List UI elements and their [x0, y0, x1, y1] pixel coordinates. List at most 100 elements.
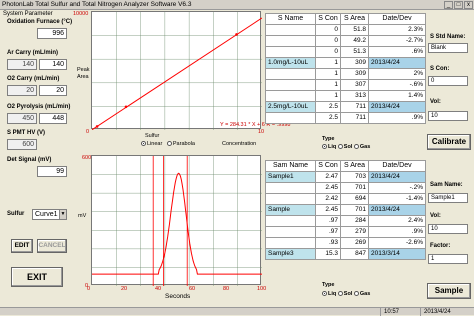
table-row[interactable]: 2.5mg/L-10uL 2.5 711 2013/4/24 — [265, 101, 426, 113]
table-cell: 0 — [315, 46, 341, 58]
minimize-button[interactable]: _ — [444, 1, 453, 9]
column-header[interactable]: Sam Name — [265, 160, 316, 172]
std-liq-option[interactable]: Liq — [322, 144, 336, 150]
table-cell: 2.47 — [315, 171, 341, 183]
table-row[interactable]: 1 307 -.6% — [265, 79, 426, 91]
calibration-origin-tick: 0 — [86, 129, 90, 135]
table-cell: -2.6% — [368, 237, 426, 249]
sample-button[interactable]: Sample — [427, 283, 471, 299]
fit-parabola-option[interactable]: Parabola — [166, 141, 195, 147]
std-gas-option[interactable]: Gas — [353, 144, 370, 150]
table-row[interactable]: 2.42 694 -1.4% — [265, 193, 426, 205]
table-cell: 694 — [340, 193, 369, 205]
pmt-hv-value[interactable]: 600 — [7, 139, 37, 150]
exit-button[interactable]: EXIT — [11, 267, 63, 287]
table-row[interactable]: .97 284 2.4% — [265, 215, 426, 227]
table-cell: 2.45 — [315, 204, 341, 216]
table-cell: 15.3 — [315, 248, 341, 260]
det-signal-label: Det Signal (mV) — [7, 157, 52, 163]
cancel-button[interactable]: CANCEL — [37, 239, 67, 253]
table-row[interactable]: .97 279.9% — [265, 226, 426, 238]
signal-trace — [92, 172, 262, 275]
table-row[interactable]: Sample1 2.47 703 2013/4/24 — [265, 171, 426, 183]
calibration-ylabel-line2: Area — [77, 74, 89, 80]
table-cell: 0 — [315, 35, 341, 47]
close-button[interactable]: x — [464, 1, 473, 9]
signal-chart — [91, 155, 262, 286]
table-cell — [265, 193, 316, 205]
table-cell: .9% — [368, 226, 426, 238]
table-row[interactable]: .93 269 -2.6% — [265, 237, 426, 249]
sample-liq-option[interactable]: Liq — [322, 291, 336, 297]
std-name-label: S Std Name: — [430, 34, 466, 40]
table-cell: 2.5 — [315, 112, 341, 124]
samples-table: Sam Name S Con S Area Date/Dev Sample1 2.… — [265, 160, 426, 260]
signal-xlabel: Seconds — [165, 293, 191, 300]
table-cell: 711 — [340, 101, 369, 113]
standards-header-row: S Name S Con S Area Date/Dev — [265, 13, 426, 25]
sulfur-curve-select[interactable]: Curve1 ▼ — [32, 209, 67, 220]
table-row[interactable]: Sample3 15.3 847 2013/3/14 — [265, 248, 426, 260]
s-con-input[interactable]: 0 — [428, 76, 468, 86]
x-tick-label: 80 — [223, 286, 230, 292]
table-cell: 847 — [340, 248, 369, 260]
sample-sol-option[interactable]: Sol — [337, 291, 352, 297]
o2-carry-set[interactable]: 20 — [7, 85, 37, 96]
sample-gas-option[interactable]: Gas — [353, 291, 371, 297]
column-header[interactable]: Date/Dev — [368, 13, 426, 25]
table-cell — [265, 79, 316, 91]
title-bar: PhotonLab Total Sulfur and Total Nitroge… — [0, 0, 474, 10]
o2-pyrolysis-label: O2 Pyrolysis (mL/min) — [7, 104, 71, 110]
column-header[interactable]: S Name — [265, 13, 316, 25]
std-type-radios: Liq Sol Gas — [322, 144, 370, 150]
sample-gas-label: Gas — [359, 291, 371, 297]
table-cell: 49.2 — [340, 35, 369, 47]
table-row[interactable]: 1 313 1.4% — [265, 90, 426, 102]
radio-icon — [337, 291, 343, 297]
table-cell: 2.4% — [368, 215, 426, 227]
table-cell: 269 — [340, 237, 369, 249]
table-cell: -.2% — [368, 182, 426, 194]
ar-carry-set[interactable]: 140 — [7, 59, 37, 70]
table-row[interactable]: 1.0mg/L-10uL 1 309 2013/4/24 — [265, 57, 426, 69]
column-header[interactable]: S Con — [315, 13, 341, 25]
column-header[interactable]: Date/Dev — [368, 160, 426, 172]
radio-icon — [353, 144, 359, 150]
radio-icon — [322, 291, 327, 297]
maximize-button[interactable]: □ — [454, 1, 463, 9]
pmt-hv-label: S PMT HV (V) — [7, 130, 46, 136]
table-row[interactable]: 2.5 711.9% — [265, 112, 426, 124]
column-header[interactable]: S Area — [340, 160, 369, 172]
fit-linear-option[interactable]: Linear — [141, 141, 162, 147]
table-row[interactable]: 1 309 2% — [265, 68, 426, 80]
table-cell — [265, 90, 316, 102]
fit-linear-label: Linear — [147, 141, 163, 147]
table-row[interactable]: Sample 2.45 701 2013/4/24 — [265, 204, 426, 216]
table-cell: 2.3% — [368, 24, 426, 36]
table-cell — [265, 237, 316, 249]
calibration-plot — [92, 12, 262, 130]
calibrate-button[interactable]: Calibrate — [427, 134, 471, 150]
o2-pyrolysis-set[interactable]: 450 — [7, 113, 37, 124]
fit-type-radios: Linear Parabola — [141, 141, 195, 147]
std-name-input[interactable]: Blank — [428, 43, 468, 53]
column-header[interactable]: S Area — [340, 13, 369, 25]
column-header[interactable]: S Con — [315, 160, 341, 172]
table-row[interactable]: 0 49.2 -2.7% — [265, 35, 426, 47]
calibration-x-max-tick: 10 — [258, 129, 265, 135]
sam-name-input[interactable]: Sample1 — [428, 193, 468, 203]
table-row[interactable]: 0 51.8 2.3% — [265, 24, 426, 36]
vol2-input[interactable]: 10 — [428, 224, 468, 234]
vol-label: Vol: — [430, 99, 441, 105]
vol-input[interactable]: 10 — [428, 111, 468, 121]
status-bar: 10:57 2013/4/24 — [0, 307, 474, 316]
det-signal-value: 99 — [37, 166, 67, 177]
std-type-label: Type — [322, 136, 335, 142]
table-row[interactable]: 2.45 701 -.2% — [265, 182, 426, 194]
radio-icon — [322, 144, 327, 150]
table-row[interactable]: 0 51.3.6% — [265, 46, 426, 58]
edit-button[interactable]: EDIT — [11, 239, 33, 253]
table-cell: 2013/3/14 — [368, 248, 426, 260]
std-sol-option[interactable]: Sol — [337, 144, 352, 150]
factor-input[interactable]: 1 — [428, 254, 468, 264]
